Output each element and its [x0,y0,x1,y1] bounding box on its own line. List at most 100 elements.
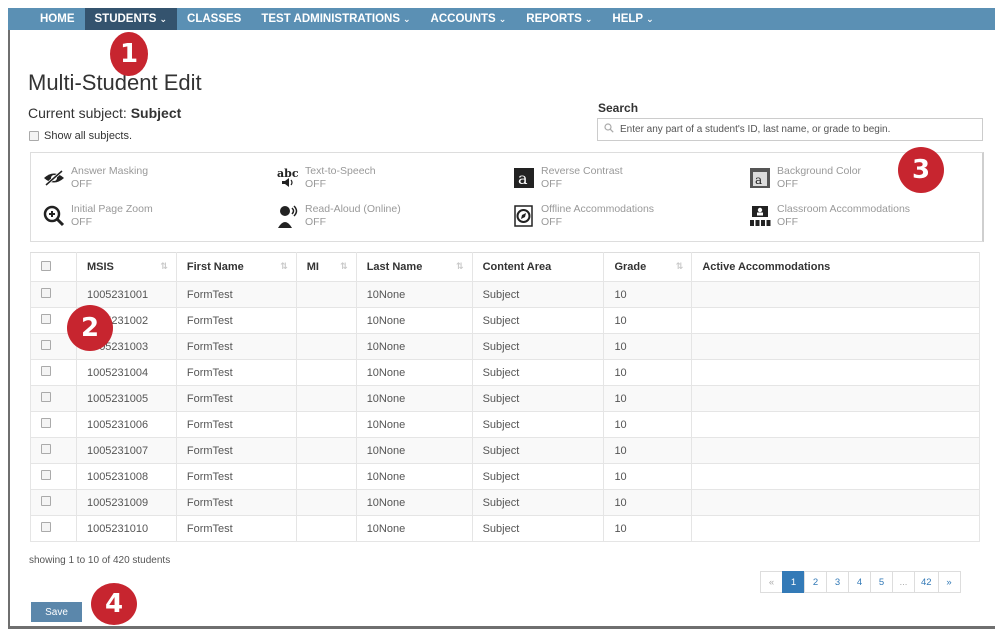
table-row[interactable]: 1005231006 FormTest 10None Subject 10 [30,411,980,438]
compass-icon [513,205,535,227]
active-accommodations-cell [691,307,980,334]
letter-a-icon: a [513,167,535,189]
accommodation-name: Reverse Contrast [541,165,623,177]
first-name-cell: FormTest [175,385,297,412]
sort-icon[interactable]: ⇅ [160,261,167,272]
column-header-content-area: Content Area [471,252,605,282]
pagination-page-3[interactable]: 3 [826,571,849,593]
nav-item-test-administrations[interactable]: TEST ADMINISTRATIONS ⌄ [251,8,420,30]
column-header-label: First Name [186,261,244,273]
column-header-msis[interactable]: MSIS ⇅ [75,252,177,282]
accommodation-classroom-accommodations[interactable]: Classroom Accommodations OFF [749,203,910,229]
pagination-page-5[interactable]: 5 [870,571,893,593]
row-checkbox[interactable] [41,522,51,532]
table-row[interactable]: 1005231004 FormTest 10None Subject 10 [30,359,980,386]
table-row[interactable]: 1005231010 FormTest 10None Subject 10 [30,515,980,542]
accommodation-status: OFF [305,216,326,228]
column-header-grade[interactable]: Grade ⇅ [603,252,693,282]
column-header-mi[interactable]: MI ⇅ [295,252,357,282]
accommodation-name: Text-to-Speech [305,165,376,177]
pagination-page-2[interactable]: 2 [804,571,827,593]
pagination-page-42[interactable]: 42 [914,571,939,593]
row-checkbox[interactable] [41,418,51,428]
nav-item-reports[interactable]: REPORTS ⌄ [516,8,602,30]
table-row[interactable]: 1005231009 FormTest 10None Subject 10 [30,489,980,516]
sort-icon[interactable]: ⇅ [676,261,683,272]
pagination-page-1[interactable]: 1 [782,571,805,593]
search-input[interactable] [620,124,982,135]
row-checkbox[interactable] [41,444,51,454]
accommodation-status: OFF [777,178,798,190]
nav-item-label: CLASSES [187,13,242,25]
row-checkbox[interactable] [41,314,51,324]
sort-icon[interactable]: ⇅ [340,261,347,272]
first-name-cell: FormTest [175,359,297,386]
mi-cell [295,385,357,412]
row-checkbox[interactable] [41,340,51,350]
pagination-page-4[interactable]: 4 [848,571,871,593]
accommodation-initial-page-zoom[interactable]: Initial Page Zoom OFF [43,203,153,229]
table-row[interactable]: 1005231007 FormTest 10None Subject 10 [30,437,980,464]
table-row[interactable]: 1005231008 FormTest 10None Subject 10 [30,463,980,490]
show-all-subjects[interactable]: Show all subjects. [29,130,132,142]
first-name-cell: FormTest [175,281,297,308]
sort-icon[interactable]: ⇅ [280,261,287,272]
search-icon [604,123,614,136]
search-box[interactable] [597,118,983,141]
table-row[interactable]: 1005231003 FormTest 10None Subject 10 [30,333,980,360]
row-select-cell [30,385,77,412]
row-checkbox[interactable] [41,392,51,402]
accommodation-status: OFF [305,178,326,190]
select-all-header[interactable] [30,252,77,282]
sort-icon[interactable]: ⇅ [456,261,463,272]
pagination-prev[interactable]: « [760,571,783,593]
column-header-first-name[interactable]: First Name ⇅ [175,252,297,282]
chevron-down-icon: ⌄ [584,14,593,24]
active-accommodations-cell [691,281,980,308]
accommodation-read-aloud-online[interactable]: Read-Aloud (Online) OFF [277,203,401,229]
table-row[interactable]: 1005231005 FormTest 10None Subject 10 [30,385,980,412]
column-header-last-name[interactable]: Last Name ⇅ [355,252,473,282]
accommodation-answer-masking[interactable]: Answer Masking OFF [43,165,148,191]
show-all-subjects-checkbox[interactable] [29,131,39,141]
accommodation-reverse-contrast[interactable]: a Reverse Contrast OFF [513,165,623,191]
nav-item-classes[interactable]: CLASSES [177,8,251,30]
last-name-cell: 10None [355,281,473,308]
column-header-label: Last Name [366,261,423,273]
accommodation-text: Offline Accommodations OFF [541,203,654,229]
row-checkbox[interactable] [41,288,51,298]
content-area-cell: Subject [471,463,605,490]
pagination-next[interactable]: » [937,571,961,593]
grade-cell: 10 [603,437,693,464]
last-name-cell: 10None [355,333,473,360]
grade-cell: 10 [603,463,693,490]
table-row[interactable]: 1005231001 FormTest 10None Subject 10 [30,281,980,308]
accommodations-panel: Answer Masking OFF abc Text-to-Speech OFF a Re… [30,152,984,242]
nav-item-students[interactable]: STUDENTS ⌄ [84,8,178,30]
read-aloud-icon [277,205,299,228]
row-checkbox[interactable] [41,366,51,376]
nav-item-home[interactable]: HOME [30,8,85,30]
accommodation-status: OFF [541,178,562,190]
table-row[interactable]: 1005231002 FormTest 10None Subject 10 [30,307,980,334]
current-subject: Current subject: Subject [28,105,181,121]
select-all-checkbox[interactable] [41,260,51,271]
row-checkbox[interactable] [41,470,51,480]
save-button[interactable]: Save [31,602,82,622]
accommodation-text-to-speech[interactable]: abc Text-to-Speech OFF [277,165,376,191]
accommodation-background-color[interactable]: a Background Color OFF [749,165,861,191]
row-select-cell [30,463,77,490]
grade-cell: 10 [603,385,693,412]
row-checkbox[interactable] [41,496,51,506]
first-name-cell: FormTest [175,307,297,334]
first-name-cell: FormTest [175,411,297,438]
last-name-cell: 10None [355,437,473,464]
msis-cell: 1005231009 [75,489,177,516]
nav-item-help[interactable]: HELP ⌄ [602,8,663,30]
classroom-icon [749,205,771,227]
students-table: MSIS ⇅ First Name ⇅ MI ⇅ Last Name ⇅ Content Are… [30,252,980,542]
table-header-row: MSIS ⇅ First Name ⇅ MI ⇅ Last Name ⇅ Content Are… [30,252,980,282]
accommodation-offline-accommodations[interactable]: Offline Accommodations OFF [513,203,654,229]
row-select-cell [30,411,77,438]
nav-item-accounts[interactable]: ACCOUNTS ⌄ [421,8,517,30]
